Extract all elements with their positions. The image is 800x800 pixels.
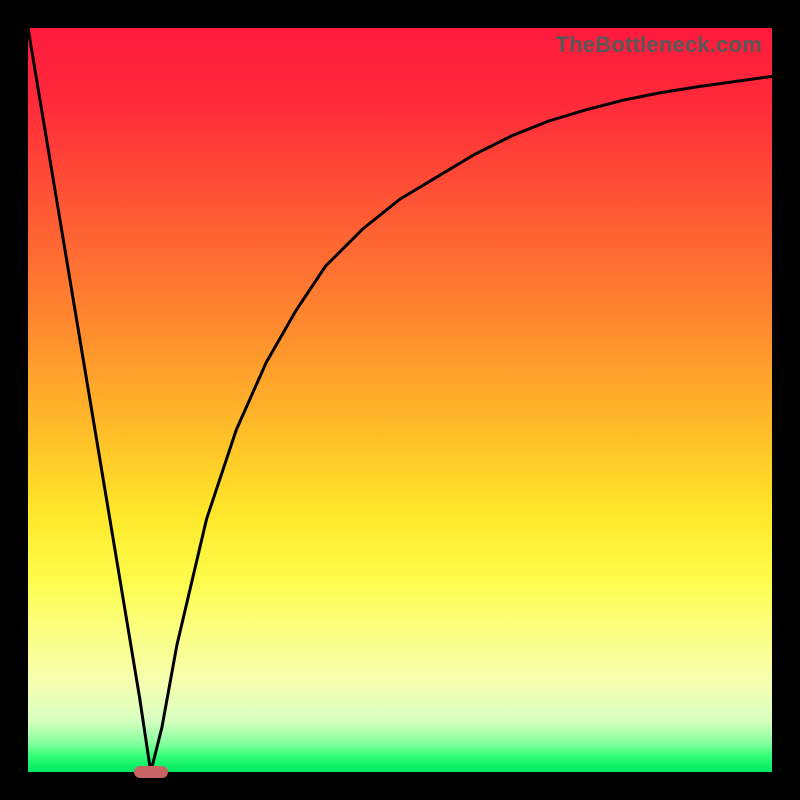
bottleneck-curve [28, 28, 772, 772]
minimum-marker [134, 766, 168, 778]
plot-area: TheBottleneck.com [28, 28, 772, 772]
chart-frame: TheBottleneck.com [0, 0, 800, 800]
